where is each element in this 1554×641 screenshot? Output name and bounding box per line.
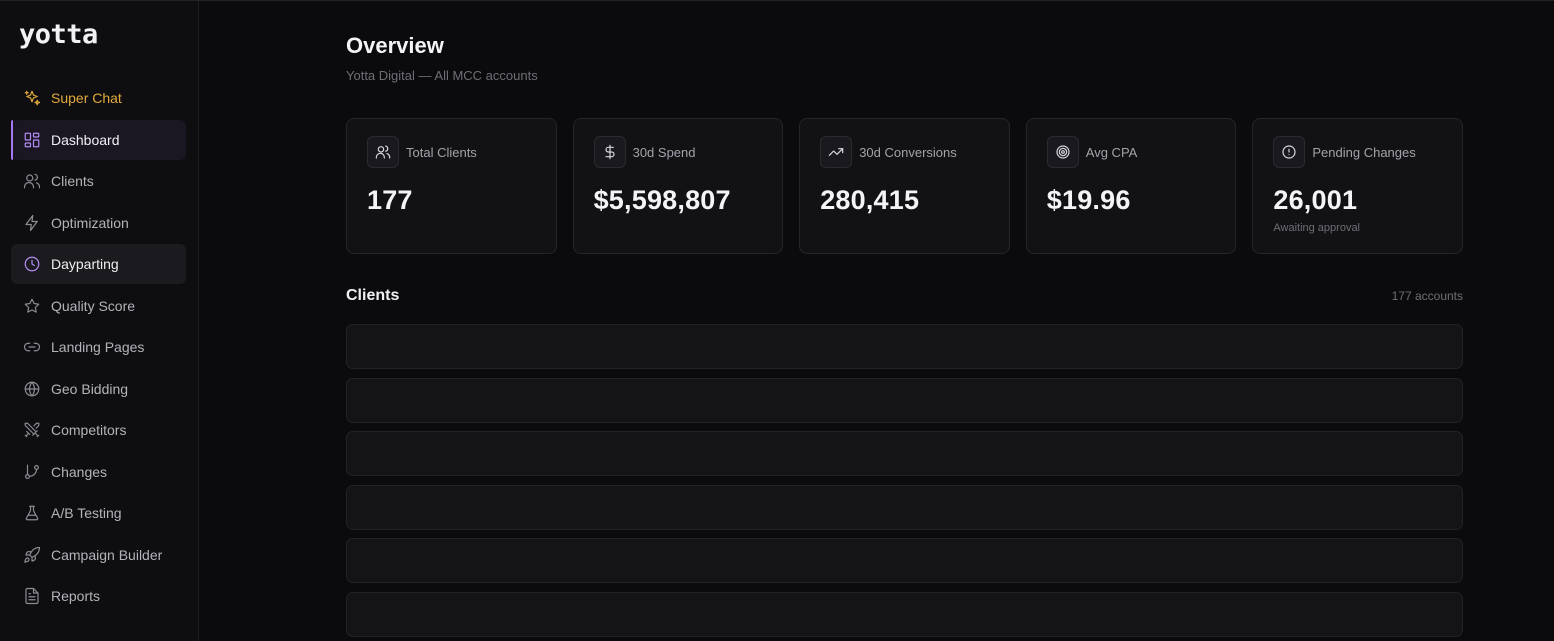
clients-list [346, 324, 1463, 641]
alert-circle-icon [1273, 136, 1306, 168]
stat-label: Avg CPA [1085, 144, 1138, 160]
main-content: Overview Yotta Digital — All MCC account… [199, 1, 1554, 641]
stat-value: 177 [367, 185, 413, 215]
sidebar-item-super-chat[interactable]: Super Chat [11, 78, 186, 118]
swords-icon [23, 421, 41, 439]
flask-icon [23, 504, 41, 522]
sidebar-item-dashboard[interactable]: Dashboard [11, 119, 186, 160]
sidebar-item-competitors[interactable]: Competitors [11, 410, 186, 450]
sidebar-item-label: Dashboard [51, 131, 120, 148]
sidebar-item-landing-pages[interactable]: Landing Pages [11, 327, 186, 367]
sidebar-item-geo-bidding[interactable]: Geo Bidding [11, 369, 186, 409]
sidebar-item-label: Super Chat [51, 90, 122, 106]
sidebar-item-ab-testing[interactable]: A/B Testing [11, 493, 186, 533]
sidebar-item-label: Dayparting [51, 256, 119, 272]
sidebar: yotta Super Chat Dashboard Clients Optim… [0, 1, 199, 641]
stat-card-30d-conversions: 30d Conversions 280,415 [799, 118, 1010, 254]
stat-card-total-clients: Total Clients 177 [346, 118, 557, 254]
client-row-placeholder[interactable] [346, 324, 1463, 369]
bolt-icon [23, 214, 41, 232]
sparkles-icon [23, 89, 41, 107]
stat-value: $5,598,807 [593, 185, 731, 215]
clock-icon [23, 255, 41, 273]
stat-card-30d-spend: 30d Spend $5,598,807 [572, 118, 784, 254]
sidebar-item-optimization[interactable]: Optimization [11, 203, 186, 243]
trending-up-icon [820, 136, 853, 168]
client-row-placeholder[interactable] [346, 538, 1463, 583]
dashboard-icon [23, 131, 41, 149]
git-branch-icon [23, 463, 41, 481]
stat-card-avg-cpa: Avg CPA $19.96 [1025, 118, 1237, 254]
client-row-placeholder[interactable] [346, 377, 1463, 423]
app-window: yotta Super Chat Dashboard Clients Optim… [0, 0, 1554, 641]
clients-count: 177 accounts [1391, 289, 1463, 303]
stat-label: Pending Changes [1312, 144, 1416, 160]
globe-icon [23, 380, 41, 398]
sidebar-item-quality-score[interactable]: Quality Score [11, 286, 186, 326]
users-icon [367, 136, 399, 168]
rocket-icon [23, 546, 41, 564]
users-icon [23, 172, 41, 190]
sidebar-item-label: Quality Score [51, 297, 136, 314]
stat-label: 30d Conversions [859, 144, 957, 160]
sidebar-item-dayparting[interactable]: Dayparting [11, 244, 186, 284]
target-icon [1046, 136, 1079, 168]
sidebar-item-campaign-builder[interactable]: Campaign Builder [11, 535, 186, 575]
sidebar-item-label: Clients [51, 173, 94, 189]
sidebar-item-label: Campaign Builder [51, 546, 163, 563]
sidebar-item-label: Optimization [51, 214, 129, 231]
link-icon [23, 338, 41, 356]
sidebar-item-changes[interactable]: Changes [11, 452, 186, 492]
clients-section-title: Clients [346, 287, 400, 304]
stats-row: Total Clients 177 30d Spend $5,598,807 3… [346, 118, 1463, 254]
logo[interactable]: yotta [19, 19, 98, 50]
page-title: Overview [346, 33, 444, 58]
sidebar-item-label: A/B Testing [51, 505, 122, 521]
stat-label: 30d Spend [632, 144, 696, 160]
stat-value: 280,415 [820, 185, 920, 215]
stat-card-pending-changes: Pending Changes 26,001 Awaiting approval [1252, 118, 1463, 254]
sidebar-item-reports[interactable]: Reports [11, 576, 186, 616]
file-text-icon [23, 587, 41, 605]
sidebar-item-clients[interactable]: Clients [11, 161, 186, 201]
client-row-placeholder[interactable] [346, 484, 1463, 530]
sidebar-item-label: Competitors [51, 422, 127, 438]
star-icon [23, 297, 41, 315]
stat-note: Awaiting approval [1273, 222, 1361, 234]
sidebar-item-label: Reports [51, 588, 101, 604]
stat-value: $19.96 [1046, 185, 1131, 215]
client-row-placeholder[interactable] [346, 431, 1463, 476]
dollar-icon [593, 136, 626, 168]
stat-label: Total Clients [406, 144, 477, 160]
page-subtitle: Yotta Digital — All MCC accounts [346, 68, 538, 83]
sidebar-item-label: Landing Pages [51, 339, 145, 355]
sidebar-item-label: Changes [51, 463, 108, 480]
client-row-placeholder[interactable] [346, 591, 1463, 637]
sidebar-item-label: Geo Bidding [51, 380, 129, 397]
sidebar-nav: Super Chat Dashboard Clients Optimizatio… [11, 78, 186, 618]
stat-value: 26,001 [1273, 185, 1358, 215]
